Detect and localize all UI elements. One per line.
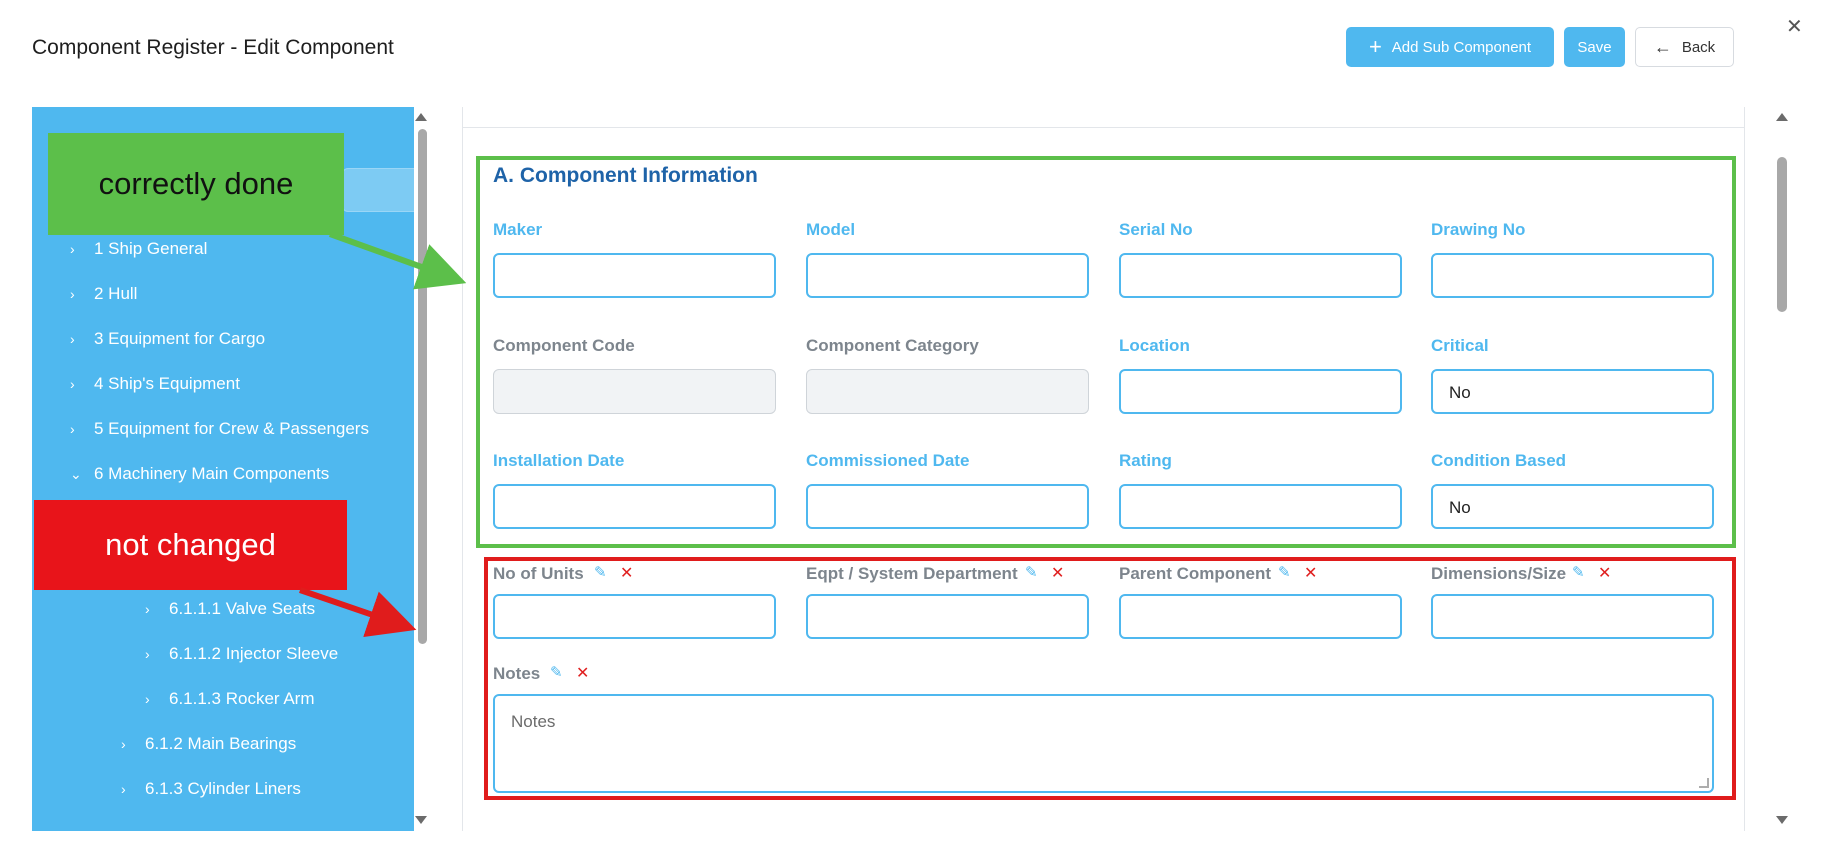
green-arrow	[328, 231, 467, 290]
red-arrow	[299, 587, 417, 638]
annotation-arrows	[299, 231, 467, 638]
edit-component-modal: Component Register - Edit Component + Ad…	[0, 0, 1827, 859]
